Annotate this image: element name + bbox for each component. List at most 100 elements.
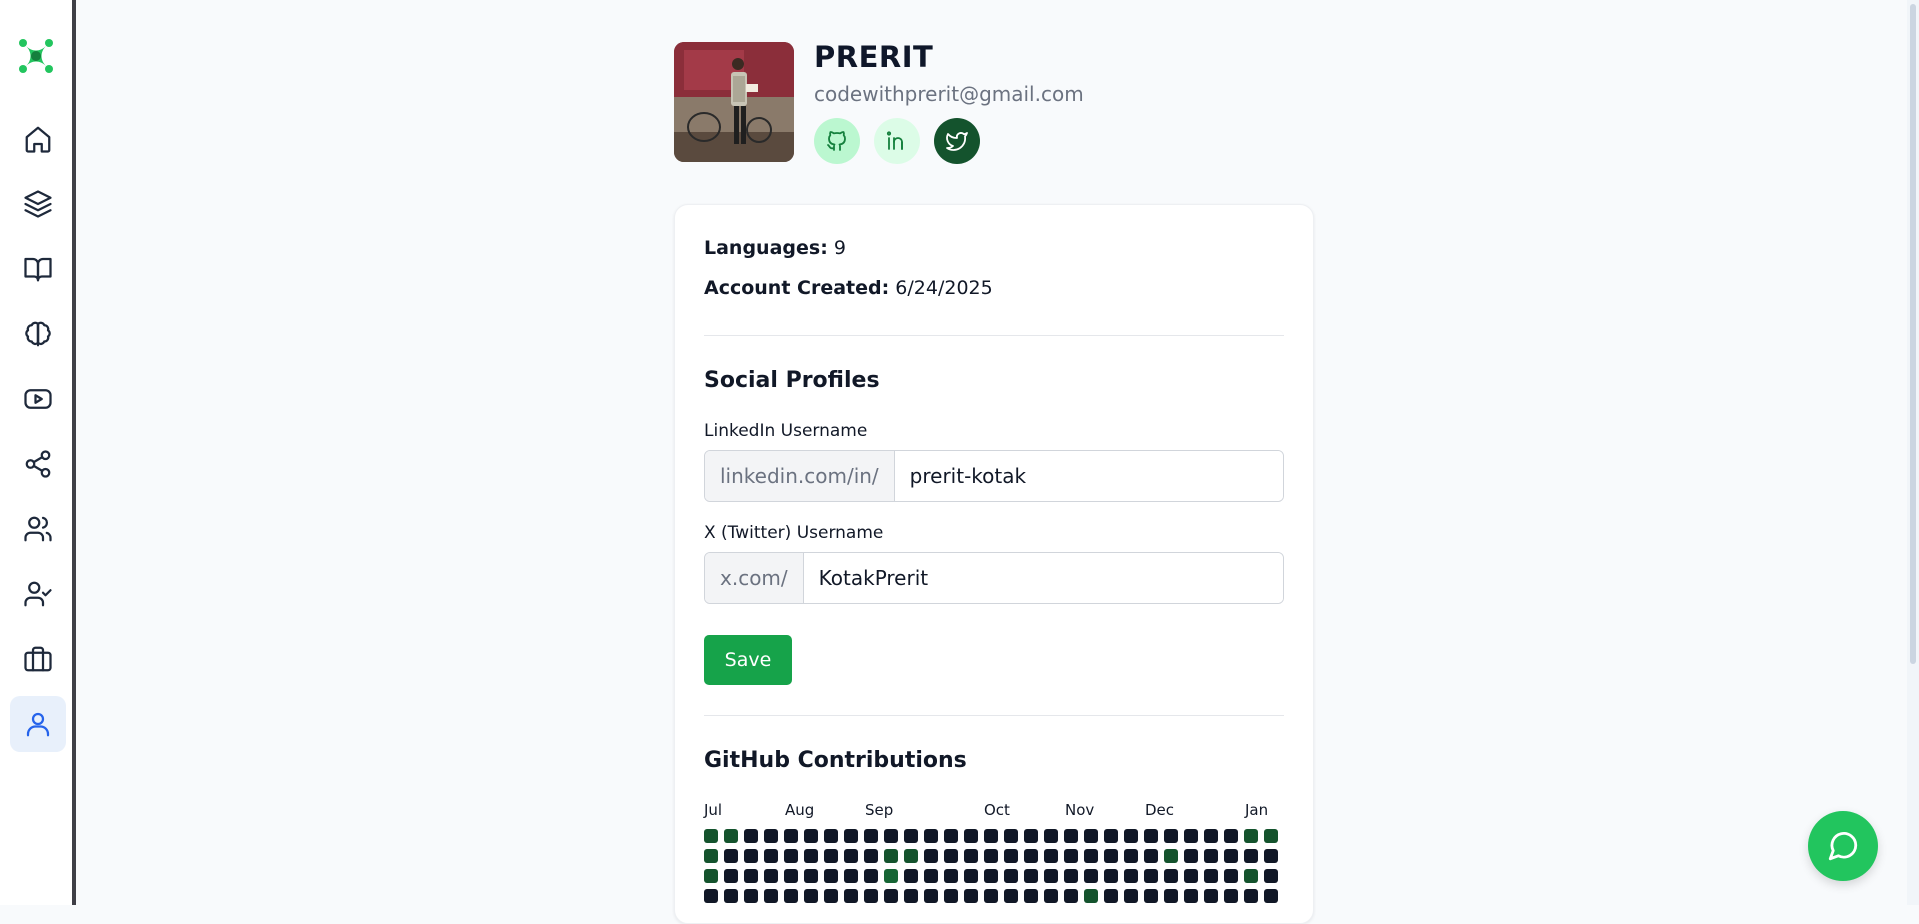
contribution-cell (924, 869, 938, 883)
twitter-icon (946, 132, 968, 151)
contribution-cell (864, 869, 878, 883)
contribution-cell (1064, 849, 1078, 863)
scrollbar[interactable] (1907, 0, 1919, 905)
month-label: Nov (1065, 801, 1095, 819)
contribution-cell (744, 829, 758, 843)
twitter-username-label: X (Twitter) Username (704, 523, 884, 543)
avatar (674, 42, 794, 162)
contribution-cell (1064, 869, 1078, 883)
contribution-cell (1024, 829, 1038, 843)
contribution-cell (964, 869, 978, 883)
divider (704, 335, 1284, 336)
twitter-link-button[interactable] (934, 118, 980, 164)
contribution-cell (1164, 889, 1178, 903)
contribution-cell (1004, 849, 1018, 863)
contribution-cell (824, 889, 838, 903)
contribution-cell (1264, 889, 1278, 903)
nav-profile[interactable] (10, 696, 66, 752)
contribution-cell (1164, 849, 1178, 863)
contribution-cell (744, 849, 758, 863)
contribution-cell (964, 829, 978, 843)
nav-briefcase[interactable] (10, 631, 66, 687)
contribution-cell (1004, 889, 1018, 903)
contribution-cell (924, 829, 938, 843)
github-link-button[interactable] (814, 118, 860, 164)
linkedin-username-input[interactable] (894, 451, 1283, 501)
contribution-cell (984, 829, 998, 843)
contribution-cell (724, 869, 738, 883)
nav-share[interactable] (10, 436, 66, 492)
nav-layers[interactable] (10, 176, 66, 232)
contribution-cell (784, 829, 798, 843)
contribution-cell (1244, 889, 1258, 903)
contribution-cell (724, 889, 738, 903)
contribution-cell (864, 889, 878, 903)
nav-user-check[interactable] (10, 566, 66, 622)
nav-users[interactable] (10, 501, 66, 557)
month-label: Aug (785, 801, 815, 819)
linkedin-icon (886, 131, 903, 150)
linkedin-input-group: linkedin.com/in/ (704, 450, 1284, 502)
contribution-cell (1144, 829, 1158, 843)
account-created-value: 6/24/2025 (895, 277, 993, 299)
contribution-cell (944, 869, 958, 883)
contribution-cell (1024, 849, 1038, 863)
contribution-cell (1264, 849, 1278, 863)
scrollbar-thumb[interactable] (1910, 4, 1916, 664)
contribution-cell (904, 869, 918, 883)
nav-youtube[interactable] (10, 371, 66, 427)
twitter-input-group: x.com/ (704, 552, 1284, 604)
contribution-cell (984, 869, 998, 883)
month-label: Dec (1145, 801, 1175, 819)
contribution-cell (744, 889, 758, 903)
contribution-cell (1004, 869, 1018, 883)
contribution-cell (1084, 869, 1098, 883)
contribution-cell (704, 869, 718, 883)
contribution-cell (1144, 869, 1158, 883)
month-label: Oct (984, 801, 1010, 819)
app-logo-icon[interactable] (14, 34, 58, 78)
contribution-cell (1124, 849, 1138, 863)
contribution-cell (1164, 869, 1178, 883)
contribution-cell (1204, 869, 1218, 883)
brain-icon (25, 321, 51, 347)
contribution-cell (1104, 869, 1118, 883)
profile-name: PRERIT (814, 40, 934, 74)
briefcase-icon (24, 646, 52, 672)
contribution-cell (904, 829, 918, 843)
twitter-username-input[interactable] (803, 553, 1283, 603)
contribution-cell (844, 849, 858, 863)
contribution-cell (1104, 889, 1118, 903)
contribution-cell (1204, 849, 1218, 863)
contribution-cell (1124, 869, 1138, 883)
account-created-label: Account Created: (704, 277, 890, 299)
contribution-cell (764, 889, 778, 903)
contribution-cell (1244, 829, 1258, 843)
nav-home[interactable] (10, 111, 66, 167)
contribution-cell (824, 829, 838, 843)
contribution-cell (1044, 849, 1058, 863)
contribution-cell (1164, 829, 1178, 843)
contribution-cell (1184, 889, 1198, 903)
contribution-cell (1084, 829, 1098, 843)
contribution-cell (1044, 869, 1058, 883)
contribution-cell (1044, 889, 1058, 903)
nav-brain[interactable] (10, 306, 66, 362)
chat-button[interactable] (1808, 811, 1878, 881)
contribution-cell (1184, 849, 1198, 863)
contribution-cell (1024, 869, 1038, 883)
contribution-cell (1144, 849, 1158, 863)
nav-book[interactable] (10, 241, 66, 297)
contribution-cell (1224, 869, 1238, 883)
contribution-cell (1044, 829, 1058, 843)
contribution-cell (744, 869, 758, 883)
contribution-cell (1184, 829, 1198, 843)
save-button[interactable]: Save (704, 635, 792, 685)
contribution-cell (764, 849, 778, 863)
linkedin-link-button[interactable] (874, 118, 920, 164)
contribution-cell (784, 849, 798, 863)
share-icon (25, 450, 51, 478)
contribution-cell (884, 889, 898, 903)
contribution-cell (844, 889, 858, 903)
contribution-cell (1204, 829, 1218, 843)
